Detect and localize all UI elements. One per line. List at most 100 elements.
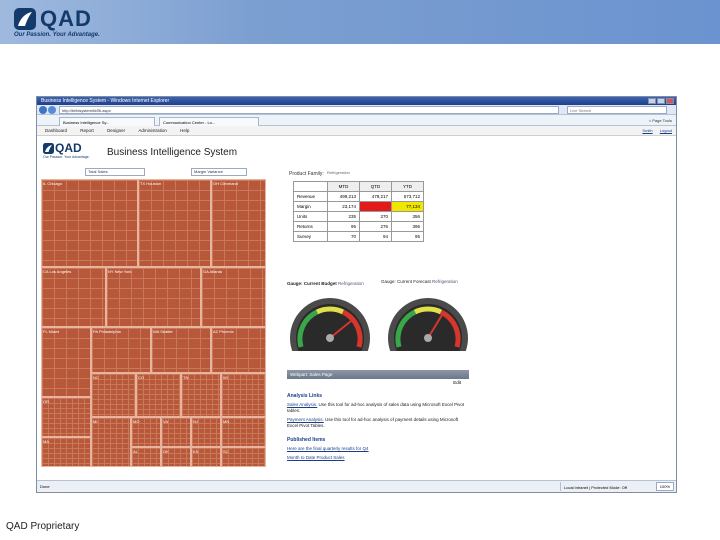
bi-logo-text: QAD	[55, 141, 82, 155]
treemap-cell[interactable]: NY New York	[106, 267, 201, 327]
treemap-cell[interactable]: OR	[41, 397, 91, 437]
treemap-cell[interactable]: GA Atlanta	[201, 267, 266, 327]
treemap-cell[interactable]: CO	[136, 373, 181, 417]
treemap-cell[interactable]: OK	[161, 447, 191, 467]
webpart-title: Webpart: Sales Page	[290, 372, 333, 377]
treemap-cell[interactable]: AL	[131, 447, 161, 467]
gauge2-label: Gauge: Current Forecast Refrigeration	[381, 279, 458, 284]
gauge1-label: Gauge: Current Budget Refrigeration	[287, 281, 364, 286]
treemap-cell[interactable]: TN	[181, 373, 221, 417]
kpi-col-mtd: MTD	[327, 181, 360, 192]
logout-link[interactable]: Logout	[660, 128, 672, 133]
close-icon[interactable]	[666, 98, 674, 104]
treemap-cell[interactable]: KS	[191, 447, 221, 467]
app-menu: Dashboard Report Designer Administration…	[37, 126, 676, 136]
qad-small-logo-icon	[43, 143, 54, 154]
tab-communication-center[interactable]: Communication Center - Lo...	[159, 117, 259, 126]
product-family-label: Product Family:	[289, 171, 324, 177]
menu-help[interactable]: Help	[180, 126, 189, 136]
kpi-col-ytd: YTD	[391, 181, 424, 192]
variance-select[interactable]: Margin Variance	[191, 168, 247, 176]
forecast-gauge	[385, 298, 471, 363]
browser-tools: ⌂ Page Tools	[649, 118, 672, 123]
footer-text: QAD Proprietary	[6, 521, 80, 532]
forward-icon[interactable]	[48, 106, 56, 114]
kpi-table: MTD QTD YTD Revenue 499,213 479,217 573,…	[293, 181, 424, 242]
browser-tabs: Business Intelligence Sy... Communicatio…	[37, 115, 676, 126]
bi-logo-tagline: Our Passion. Your Advantage.	[43, 155, 90, 159]
status-text: Done	[40, 484, 50, 489]
menu-report[interactable]: Report	[80, 126, 94, 136]
status-bar: Done Local intranet | Protected Mode: Of…	[37, 480, 676, 492]
menu-dashboard[interactable]: Dashboard	[45, 126, 67, 136]
user-name[interactable]: Smith	[642, 128, 652, 133]
page-menu[interactable]: Page	[652, 118, 661, 123]
address-input[interactable]: http://bi/bisystem/bi/BI.aspx	[59, 106, 559, 114]
treemap-cell[interactable]: AZ Phoenix	[211, 327, 266, 373]
treemap-cell[interactable]: MN	[221, 417, 266, 447]
treemap-cell[interactable]: NC	[91, 373, 136, 417]
list-item: Sales Analysis. Use this tool for ad-hoc…	[287, 402, 465, 413]
published-heading: Published Items	[287, 437, 326, 443]
sales-analysis-link[interactable]: Sales Analysis.	[287, 402, 317, 407]
treemap-cell[interactable]: IL Chicago	[41, 179, 138, 267]
gauge1-select[interactable]: Refrigeration	[338, 281, 364, 286]
app-title: Business Intelligence System	[107, 147, 238, 158]
margin-warning-cell: 77,134	[391, 201, 424, 212]
user-area: Smith Logout	[636, 126, 672, 136]
table-row: Survey 70 94 95	[293, 231, 424, 242]
treemap-cell[interactable]: OH Cleveland	[211, 179, 266, 267]
browser-title: Business Intelligence System - Windows I…	[41, 98, 170, 104]
menu-administration[interactable]: Administration	[138, 126, 167, 136]
window-controls	[648, 98, 674, 104]
menu-designer[interactable]: Designer	[107, 126, 125, 136]
treemap-cell[interactable]: CA Los Angeles	[41, 267, 106, 327]
published-item-link[interactable]: Here are the final quarterly results for…	[287, 446, 469, 452]
kpi-header-blank	[293, 181, 328, 192]
treemap-cell[interactable]: MA	[41, 437, 91, 467]
zoom-level[interactable]: 100%	[655, 482, 674, 491]
treemap-cell[interactable]: PA Philadelphia	[91, 327, 151, 373]
margin-alert-cell	[359, 201, 392, 212]
tab-bi-system[interactable]: Business Intelligence Sy...	[59, 117, 155, 126]
treemap-cell[interactable]: MO	[131, 417, 161, 447]
gauge2-select[interactable]: Refrigeration	[432, 279, 458, 284]
webpart-edit-link[interactable]: Edit	[287, 380, 469, 385]
published-item-link[interactable]: Month to Date Product Sales	[287, 455, 469, 461]
tools-menu[interactable]: Tools	[663, 118, 672, 123]
analysis-heading: Analysis Links	[287, 393, 323, 399]
back-icon[interactable]	[39, 106, 47, 114]
header-band: QAD Our Passion. Your Advantage.	[0, 0, 720, 44]
zone-status: Local intranet | Protected Mode: Off	[560, 482, 630, 491]
treemap-cell[interactable]: FL Miami	[41, 327, 91, 397]
tagline: Our Passion. Your Advantage.	[14, 32, 100, 38]
kpi-col-qtd: QTD	[359, 181, 392, 192]
budget-gauge	[287, 298, 373, 363]
treemap-cell[interactable]: MI	[91, 417, 131, 467]
table-row: Units 235 270 356	[293, 211, 424, 222]
browser-titlebar: Business Intelligence System - Windows I…	[37, 97, 676, 105]
treemap-cell[interactable]: NJ	[191, 417, 221, 447]
list-item: Payment Analysis. Use this tool for ad-h…	[287, 417, 459, 428]
table-row: Margin 23,174 77,134	[293, 201, 424, 212]
sales-treemap[interactable]: IL Chicago TX Houston OH Cleveland CA Lo…	[41, 179, 266, 467]
treemap-cell[interactable]: WA Seattle	[151, 327, 211, 373]
table-row: Returns 95 276 396	[293, 221, 424, 232]
slide: QAD Our Passion. Your Advantage. Busines…	[0, 0, 720, 540]
sales-webpart: Webpart: Sales Page Edit Analysis Links …	[287, 370, 469, 482]
webpart-titlebar: Webpart: Sales Page	[287, 370, 469, 379]
product-family-value[interactable]: Refrigeration	[327, 169, 387, 177]
table-row: Revenue 499,213 479,217 573,712	[293, 191, 424, 202]
payment-analysis-link[interactable]: Payment Analysis.	[287, 417, 324, 422]
treemap-cell[interactable]: WI	[221, 373, 266, 417]
treemap-cell[interactable]: SC	[221, 447, 266, 467]
qad-logo-text: QAD	[40, 6, 92, 31]
minimize-icon[interactable]	[648, 98, 656, 104]
treemap-cell[interactable]: VA	[161, 417, 191, 447]
measure-select[interactable]: Total Sales	[85, 168, 145, 176]
maximize-icon[interactable]	[657, 98, 665, 104]
treemap-cell[interactable]: TX Houston	[138, 179, 211, 267]
search-input[interactable]: Live Search	[567, 106, 667, 114]
address-bar: http://bi/bisystem/bi/BI.aspx Live Searc…	[37, 105, 676, 115]
home-icon[interactable]: ⌂	[649, 118, 651, 123]
